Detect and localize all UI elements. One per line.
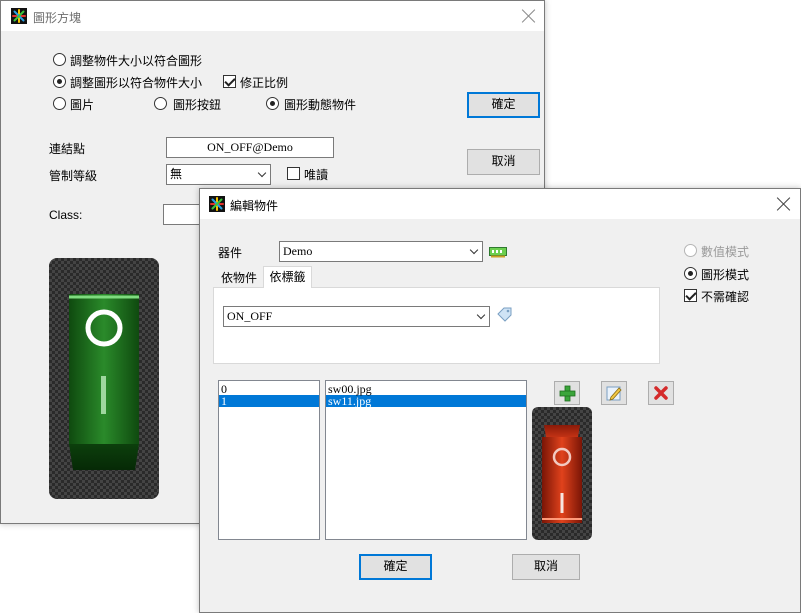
control-level-value: 無 xyxy=(170,167,183,181)
link-point-field[interactable]: ON_OFF@Demo xyxy=(166,137,334,158)
radio-graphic-dynamic[interactable] xyxy=(266,97,279,110)
window-title: 圖形方塊 xyxy=(33,11,82,25)
edit-button[interactable] xyxy=(601,381,627,405)
list-item[interactable]: 0 xyxy=(219,383,319,395)
values-list[interactable]: 0 1 xyxy=(218,380,320,540)
toggle-switch-off-image xyxy=(542,425,582,523)
radio-graphic-button-label: 圖形按鈕 xyxy=(173,98,222,112)
toggle-switch-on-image xyxy=(69,294,139,470)
tag-select[interactable]: ON_OFF xyxy=(223,306,490,327)
window-title: 編輯物件 xyxy=(230,199,279,213)
switch-preview-red xyxy=(532,407,592,540)
radio-graphic-mode-label: 圖形模式 xyxy=(701,268,750,282)
network-card-icon[interactable] xyxy=(489,246,507,258)
chevron-down-icon xyxy=(469,245,479,255)
device-select[interactable]: Demo xyxy=(279,241,483,262)
radio-graphic-dynamic-label: 圖形動態物件 xyxy=(284,98,357,112)
close-icon[interactable] xyxy=(775,195,793,213)
tab-by-object[interactable]: 依物件 xyxy=(217,269,261,287)
control-level-select[interactable]: 無 xyxy=(166,164,271,185)
control-level-label: 管制等級 xyxy=(49,169,98,183)
keep-ratio-label: 修正比例 xyxy=(240,76,289,90)
edit-pencil-icon xyxy=(606,386,622,401)
images-list[interactable]: sw00.jpg sw11.jpg xyxy=(325,380,527,540)
radio-graphic-mode[interactable] xyxy=(684,267,697,280)
cancel-button[interactable]: 取消 xyxy=(467,149,540,175)
readonly-label: 唯讀 xyxy=(304,168,329,182)
readonly-checkbox[interactable] xyxy=(287,167,300,180)
device-label: 器件 xyxy=(218,246,243,260)
close-icon[interactable] xyxy=(520,7,538,25)
plus-icon xyxy=(559,385,576,402)
ok-button[interactable]: 確定 xyxy=(467,92,540,118)
app-star-icon xyxy=(11,8,27,24)
title-bar: 圖形方塊 xyxy=(1,1,544,31)
list-item-selected[interactable]: 1 xyxy=(219,395,319,407)
chevron-down-icon xyxy=(476,310,486,320)
edit-object-dialog: 編輯物件 器件 Demo 依物件 依標籤 ON_OFF 數值模式 圖形模式 不需… xyxy=(199,188,801,613)
add-button[interactable] xyxy=(554,381,580,405)
radio-resize-image[interactable] xyxy=(53,75,66,88)
switch-preview-green xyxy=(49,258,159,499)
no-confirm-label: 不需確認 xyxy=(701,290,750,304)
delete-button[interactable] xyxy=(648,381,674,405)
title-bar: 編輯物件 xyxy=(200,189,800,219)
cancel-button[interactable]: 取消 xyxy=(512,554,580,580)
tab-by-tag[interactable]: 依標籤 xyxy=(263,266,312,288)
device-value: Demo xyxy=(283,244,313,258)
list-item-selected[interactable]: sw11.jpg xyxy=(326,395,526,407)
tab-panel: ON_OFF xyxy=(213,287,660,364)
link-point-label: 連結點 xyxy=(49,142,86,156)
radio-graphic-button[interactable] xyxy=(154,97,167,110)
radio-resize-object-label: 調整物件大小以符合圖形 xyxy=(70,54,203,68)
radio-resize-image-label: 調整圖形以符合物件大小 xyxy=(70,76,203,90)
radio-value-mode[interactable] xyxy=(684,244,697,257)
chevron-down-icon xyxy=(257,168,267,178)
app-star-icon xyxy=(209,196,225,212)
radio-resize-object[interactable] xyxy=(53,53,66,66)
delete-x-icon xyxy=(654,386,668,400)
no-confirm-checkbox[interactable] xyxy=(684,289,697,302)
radio-value-mode-label: 數值模式 xyxy=(701,245,750,259)
radio-picture[interactable] xyxy=(53,97,66,110)
tag-icon[interactable] xyxy=(497,307,513,323)
radio-picture-label: 圖片 xyxy=(70,98,95,112)
tag-value: ON_OFF xyxy=(227,309,273,323)
ok-button[interactable]: 確定 xyxy=(359,554,432,580)
keep-ratio-checkbox[interactable] xyxy=(223,75,236,88)
class-label: Class: xyxy=(49,208,83,222)
